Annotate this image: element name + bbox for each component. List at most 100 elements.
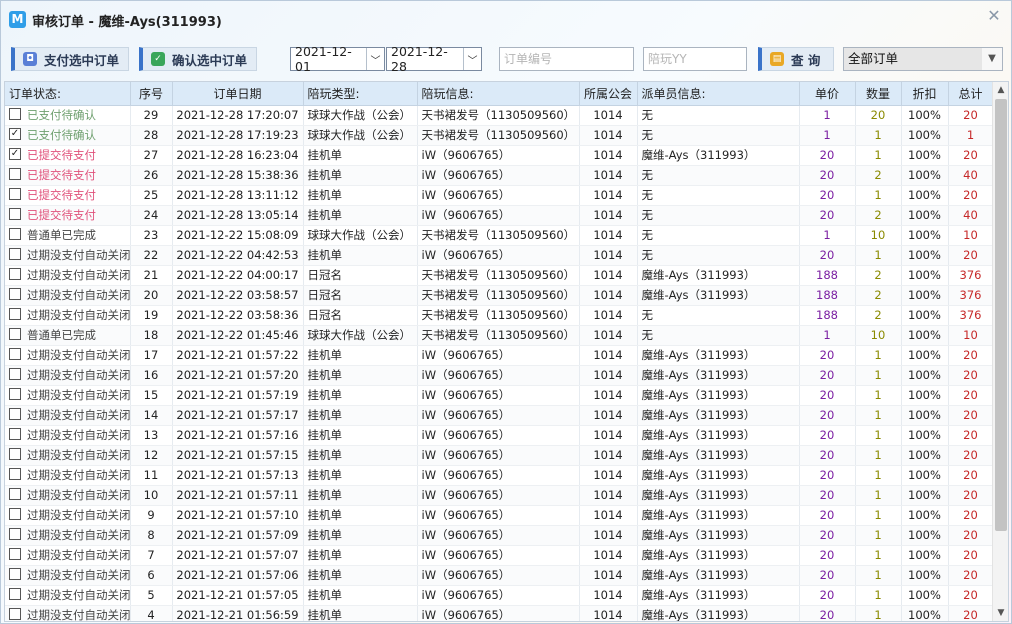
- row-checkbox[interactable]: [9, 288, 21, 300]
- table-row[interactable]: 过期没支付自动关闭 20 2021-12-22 03:58:57 日冠名 天书裙发号（1…: [5, 285, 994, 306]
- row-checkbox[interactable]: [9, 548, 21, 560]
- qty-cell: 1: [855, 585, 902, 606]
- close-icon[interactable]: ✕: [985, 7, 1003, 25]
- vertical-scrollbar[interactable]: ▲ ▼: [992, 82, 1008, 621]
- row-checkbox[interactable]: [9, 488, 21, 500]
- table-row[interactable]: 过期没支付自动关闭 13 2021-12-21 01:57:16 挂机单 iW（9606…: [5, 425, 994, 446]
- seq-cell: 21: [130, 265, 173, 286]
- seq-cell: 6: [130, 565, 173, 586]
- companion-yy-input[interactable]: [643, 47, 747, 71]
- table-row[interactable]: 过期没支付自动关闭 11 2021-12-21 01:57:13 挂机单 iW（9606…: [5, 465, 994, 486]
- status-cell: 过期没支付自动关闭: [5, 285, 131, 306]
- row-checkbox[interactable]: [9, 428, 21, 440]
- table-row[interactable]: 过期没支付自动关闭 9 2021-12-21 01:57:10 挂机单 iW（96067…: [5, 505, 994, 526]
- confirm-selected-button[interactable]: ✓ 确认选中订单: [139, 47, 257, 71]
- price-cell: 20: [799, 365, 856, 386]
- end-date-picker[interactable]: 2021-12-28 ﹀: [386, 44, 482, 74]
- table-row[interactable]: 过期没支付自动关闭 21 2021-12-22 04:00:17 日冠名 天书裙发号（1…: [5, 265, 994, 286]
- table-row[interactable]: 过期没支付自动关闭 12 2021-12-21 01:57:15 挂机单 iW（9606…: [5, 445, 994, 466]
- status-cell: 已提交待支付: [5, 205, 131, 226]
- table-row[interactable]: 过期没支付自动关闭 6 2021-12-21 01:57:06 挂机单 iW（96067…: [5, 565, 994, 586]
- table-row[interactable]: 过期没支付自动关闭 10 2021-12-21 01:57:11 挂机单 iW（9606…: [5, 485, 994, 506]
- table-row[interactable]: 已提交待支付 26 2021-12-28 15:38:36 挂机单 iW（9606765…: [5, 165, 994, 186]
- info-cell: iW（9606765）: [417, 485, 580, 506]
- row-checkbox[interactable]: ✓: [9, 148, 21, 160]
- date-cell: 2021-12-21 01:57:06: [172, 565, 304, 586]
- col-header-guild[interactable]: 所属公会: [579, 82, 638, 106]
- table-row[interactable]: 过期没支付自动关闭 19 2021-12-22 03:58:36 日冠名 天书裙发号（1…: [5, 305, 994, 326]
- row-checkbox[interactable]: [9, 168, 21, 180]
- table-row[interactable]: 过期没支付自动关闭 5 2021-12-21 01:57:05 挂机单 iW（96067…: [5, 585, 994, 606]
- row-checkbox[interactable]: [9, 568, 21, 580]
- row-checkbox[interactable]: [9, 268, 21, 280]
- search-button[interactable]: ▤ 查 询: [758, 47, 834, 71]
- scrollbar-thumb[interactable]: [995, 99, 1007, 531]
- row-checkbox[interactable]: [9, 408, 21, 420]
- row-checkbox[interactable]: [9, 108, 21, 120]
- table-row[interactable]: 过期没支付自动关闭 17 2021-12-21 01:57:22 挂机单 iW（9606…: [5, 345, 994, 366]
- total-cell: 20: [948, 405, 994, 426]
- col-header-total[interactable]: 总计: [948, 82, 994, 106]
- row-checkbox[interactable]: [9, 248, 21, 260]
- row-checkbox[interactable]: [9, 608, 21, 620]
- dispatcher-cell: 无: [637, 205, 800, 226]
- col-header-info[interactable]: 陪玩信息:: [417, 82, 580, 106]
- table-row[interactable]: ✓ 已支付待确认 28 2021-12-28 17:19:23 球球大作战（公会） 天书裙…: [5, 125, 994, 146]
- table-row[interactable]: ✓ 已提交待支付 27 2021-12-28 16:23:04 挂机单 iW（960676…: [5, 145, 994, 166]
- row-checkbox[interactable]: [9, 368, 21, 380]
- chevron-down-icon[interactable]: ▼: [982, 48, 1002, 70]
- price-cell: 20: [799, 205, 856, 226]
- table-row[interactable]: 过期没支付自动关闭 4 2021-12-21 01:56:59 挂机单 iW（96067…: [5, 605, 994, 621]
- col-header-discount[interactable]: 折扣: [901, 82, 949, 106]
- row-checkbox[interactable]: [9, 468, 21, 480]
- row-checkbox[interactable]: [9, 448, 21, 460]
- scroll-up-icon[interactable]: ▲: [993, 82, 1008, 98]
- table-row[interactable]: 普通单已完成 23 2021-12-22 15:08:09 球球大作战（公会） 天书裙发…: [5, 225, 994, 246]
- col-header-price[interactable]: 单价: [799, 82, 856, 106]
- total-cell: 40: [948, 205, 994, 226]
- start-date-picker[interactable]: 2021-12-01 ﹀: [290, 44, 385, 74]
- table-row[interactable]: 过期没支付自动关闭 8 2021-12-21 01:57:09 挂机单 iW（96067…: [5, 525, 994, 546]
- order-status: 已提交待支付: [27, 168, 96, 182]
- row-checkbox[interactable]: ✓: [9, 128, 21, 140]
- table-row[interactable]: 过期没支付自动关闭 16 2021-12-21 01:57:20 挂机单 iW（9606…: [5, 365, 994, 386]
- chevron-down-icon[interactable]: ﹀: [463, 48, 481, 70]
- dispatcher-cell: 魔维-Ays（311993）: [637, 565, 800, 586]
- pay-selected-button[interactable]: ◘ 支付选中订单: [11, 47, 129, 71]
- date-cell: 2021-12-28 15:38:36: [172, 165, 304, 186]
- row-checkbox[interactable]: [9, 228, 21, 240]
- table-row[interactable]: 过期没支付自动关闭 22 2021-12-22 04:42:53 挂机单 iW（9606…: [5, 245, 994, 266]
- row-checkbox[interactable]: [9, 208, 21, 220]
- row-checkbox[interactable]: [9, 528, 21, 540]
- order-filter-select[interactable]: 全部订单 ▼: [843, 47, 1003, 71]
- type-cell: 挂机单: [303, 345, 418, 366]
- row-checkbox[interactable]: [9, 588, 21, 600]
- row-checkbox[interactable]: [9, 188, 21, 200]
- table-row[interactable]: 已支付待确认 29 2021-12-28 17:20:07 球球大作战（公会） 天书裙发…: [5, 105, 994, 126]
- table-row[interactable]: 过期没支付自动关闭 15 2021-12-21 01:57:19 挂机单 iW（9606…: [5, 385, 994, 406]
- col-header-type[interactable]: 陪玩类型:: [303, 82, 418, 106]
- row-checkbox[interactable]: [9, 388, 21, 400]
- seq-cell: 27: [130, 145, 173, 166]
- col-header-dispatcher[interactable]: 派单员信息:: [637, 82, 800, 106]
- col-header-date[interactable]: 订单日期: [172, 82, 304, 106]
- table-row[interactable]: 已提交待支付 25 2021-12-28 13:11:12 挂机单 iW（9606765…: [5, 185, 994, 206]
- col-header-qty[interactable]: 数量: [855, 82, 902, 106]
- seq-cell: 29: [130, 105, 173, 126]
- row-checkbox[interactable]: [9, 308, 21, 320]
- status-cell: ✓ 已提交待支付: [5, 145, 131, 166]
- scroll-down-icon[interactable]: ▼: [993, 605, 1008, 621]
- qty-cell: 1: [855, 485, 902, 506]
- table-row[interactable]: 已提交待支付 24 2021-12-28 13:05:14 挂机单 iW（9606765…: [5, 205, 994, 226]
- chevron-down-icon[interactable]: ﹀: [366, 48, 384, 70]
- row-checkbox[interactable]: [9, 348, 21, 360]
- col-header-status[interactable]: 订单状态:: [5, 82, 131, 106]
- table-row[interactable]: 过期没支付自动关闭 14 2021-12-21 01:57:17 挂机单 iW（9606…: [5, 405, 994, 426]
- col-header-seq[interactable]: 序号: [130, 82, 173, 106]
- date-cell: 2021-12-28 13:11:12: [172, 185, 304, 206]
- table-row[interactable]: 过期没支付自动关闭 7 2021-12-21 01:57:07 挂机单 iW（96067…: [5, 545, 994, 566]
- order-number-input[interactable]: [499, 47, 634, 71]
- row-checkbox[interactable]: [9, 508, 21, 520]
- row-checkbox[interactable]: [9, 328, 21, 340]
- table-row[interactable]: 普通单已完成 18 2021-12-22 01:45:46 球球大作战（公会） 天书裙发…: [5, 325, 994, 346]
